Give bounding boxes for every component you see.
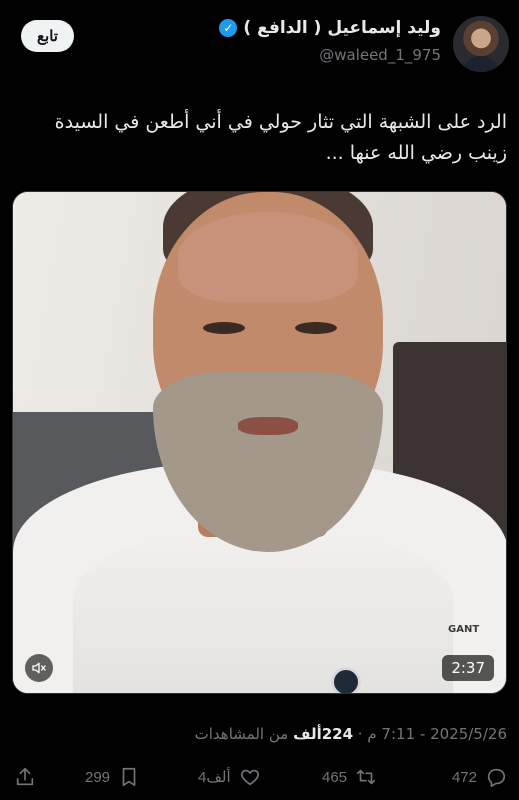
video-eye-right	[295, 322, 337, 334]
views-count: 224ألف	[293, 725, 354, 743]
muted-speaker-icon	[32, 662, 46, 674]
author-name[interactable]: وليد إسماعيل ( الدافع )	[243, 18, 441, 38]
reply-icon	[487, 768, 506, 787]
retweet-icon	[356, 769, 376, 785]
reply-count: 472	[451, 768, 477, 786]
mute-button[interactable]	[25, 654, 53, 682]
bookmark-count: 299	[85, 768, 111, 786]
tweet-actions: 472 465 4ألف 299	[0, 763, 519, 793]
like-count: 4ألف	[198, 769, 231, 786]
bookmark-button[interactable]: 299	[85, 763, 140, 791]
video-duration: 2:37	[442, 655, 494, 681]
avatar[interactable]	[453, 16, 509, 72]
like-button[interactable]: 4ألف	[198, 763, 261, 791]
author-name-row: وليد إسماعيل ( الدافع ) ✓	[219, 18, 441, 38]
video-eye-left	[203, 322, 245, 334]
follow-button[interactable]: تابع	[21, 20, 74, 52]
tweet-time[interactable]: 7:11 م	[367, 725, 415, 743]
bookmark-icon	[122, 767, 136, 787]
tweet-meta: 2025/5/26 - 7:11 م · 224ألف من المشاهدات	[194, 725, 507, 743]
retweet-count: 465	[322, 768, 348, 786]
video-shirt-shadow	[73, 532, 453, 693]
tweet-date[interactable]: 2025/5/26	[430, 725, 507, 743]
video-mouth	[238, 417, 298, 435]
heart-icon	[240, 769, 259, 786]
views-label: من المشاهدات	[194, 725, 289, 743]
shirt-logo-badge	[331, 667, 361, 693]
verified-badge-icon: ✓	[219, 19, 238, 37]
author-handle[interactable]: @waleed_1_975	[319, 46, 441, 64]
tweet-header: وليد إسماعيل ( الدافع ) ✓ @waleed_1_975 …	[0, 14, 519, 74]
retweet-button[interactable]: 465	[322, 763, 377, 791]
shirt-brand: GANT	[448, 624, 480, 635]
tweet-text: الرد على الشبهة التي تثار حولي في أني أط…	[54, 111, 507, 164]
video-forehead	[178, 212, 358, 302]
reply-button[interactable]: 472	[452, 763, 507, 791]
video-player[interactable]: GANT 2:37	[12, 191, 507, 694]
share-icon	[16, 767, 34, 786]
share-button[interactable]	[14, 763, 36, 791]
